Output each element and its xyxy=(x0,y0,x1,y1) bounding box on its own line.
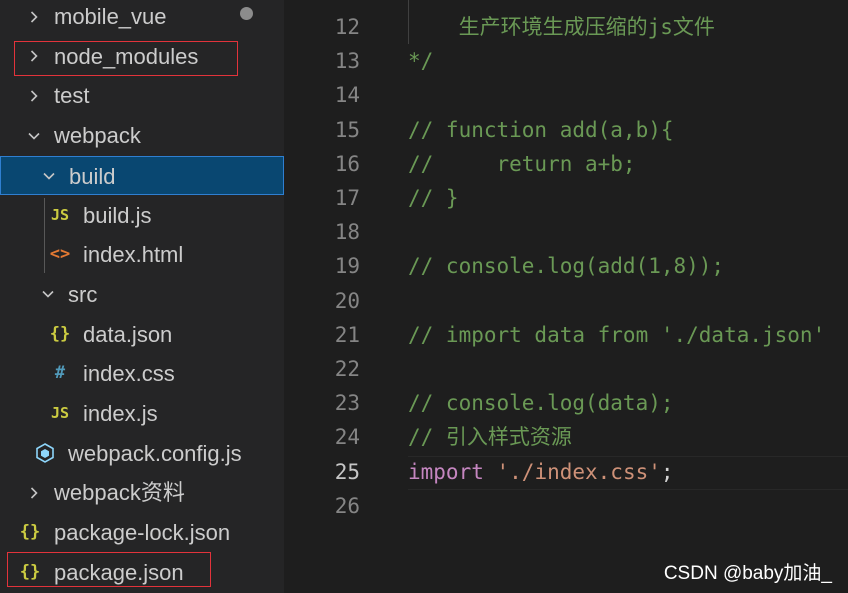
explorer-item[interactable]: webpack.config.js xyxy=(0,434,284,473)
explorer-item[interactable]: JS index.js xyxy=(0,394,284,433)
line-number: 17 xyxy=(334,186,360,210)
csdn-watermark: CSDN @baby加油_ xyxy=(663,563,832,584)
css-file-glyph: # xyxy=(54,363,66,384)
code-line[interactable]: // function add(a,b){ xyxy=(408,113,674,147)
explorer-item-label: data.json xyxy=(83,321,173,347)
line-number: 24 xyxy=(334,425,360,450)
code-punctuation xyxy=(484,460,497,484)
chevron-right-icon[interactable] xyxy=(24,76,44,115)
html-file-glyph: <> xyxy=(49,244,71,265)
code-line[interactable]: // console.log(add(1,8)); xyxy=(408,249,724,283)
explorer-item-label: mobile_vue xyxy=(54,4,167,29)
explorer-item[interactable]: <> index.html xyxy=(0,235,284,274)
code-line[interactable]: 生产环境生成压缩的js文件 xyxy=(408,10,715,44)
line-number: 22 xyxy=(334,357,360,381)
json-file-glyph: {} xyxy=(49,323,71,344)
js-file-glyph: JS xyxy=(50,404,70,422)
code-string: './index.css' xyxy=(496,459,661,484)
modified-dot-icon xyxy=(240,7,253,20)
json-file-glyph: {} xyxy=(19,522,41,543)
code-comment: // return a+b; xyxy=(408,151,636,176)
explorer-item[interactable]: src xyxy=(0,275,284,314)
explorer-item-label: build.js xyxy=(83,202,152,228)
line-number: 15 xyxy=(334,117,360,142)
line-number: 20 xyxy=(334,288,360,313)
explorer-item-label: index.css xyxy=(83,361,175,387)
explorer-item[interactable]: test xyxy=(0,76,284,115)
js-file-icon: JS xyxy=(48,394,72,433)
code-comment: // console.log(add(1,8)); xyxy=(408,254,725,279)
line-number: 18 xyxy=(334,220,360,245)
chevron-right-icon[interactable] xyxy=(24,0,44,36)
code-comment: // } xyxy=(408,186,459,210)
annotation-box xyxy=(7,552,211,587)
annotation-box xyxy=(14,41,238,76)
code-editor[interactable]: CSDN @baby加油_ 12 生产环境生成压缩的js文件 13 */ 14 15 //… xyxy=(284,0,848,593)
js-file-icon: JS xyxy=(48,196,72,235)
code-line[interactable]: */ xyxy=(408,44,433,78)
line-number: 23 xyxy=(334,391,360,416)
code-comment: // function add(a,b){ xyxy=(408,117,674,142)
explorer-item[interactable]: # index.css xyxy=(0,354,284,393)
chevron-down-icon[interactable] xyxy=(24,116,44,155)
explorer-item[interactable]: JS build.js xyxy=(0,196,284,235)
chevron-down-icon[interactable] xyxy=(38,275,58,314)
code-comment: // import data from './data.json' xyxy=(408,322,826,347)
line-number: 19 xyxy=(334,254,360,279)
js-file-glyph: JS xyxy=(50,205,70,224)
explorer-item-label: webpack xyxy=(54,123,141,149)
explorer-item-label: test xyxy=(54,83,90,109)
html-file-icon: <> xyxy=(48,235,72,274)
line-number: 13 xyxy=(334,49,360,74)
line-number: 16 xyxy=(334,151,360,176)
line-number: 14 xyxy=(334,83,360,108)
chevron-down-icon[interactable] xyxy=(39,157,59,196)
code-line[interactable]: // return a+b; xyxy=(408,147,636,181)
code-punctuation: ; xyxy=(660,459,674,484)
code-comment: // console.log(data); xyxy=(408,391,674,416)
explorer-item-label: src xyxy=(68,281,98,307)
explorer-item-label: build xyxy=(69,163,116,189)
line-number: 26 xyxy=(334,493,360,518)
chevron-right-icon[interactable] xyxy=(24,473,44,512)
explorer-item-label: webpack.config.js xyxy=(68,440,242,466)
explorer-item[interactable]: mobile_vue xyxy=(0,0,284,36)
code-line[interactable]: // import data from './data.json' xyxy=(408,318,825,352)
code-comment: 生产环境生成压缩的js文件 xyxy=(408,15,715,39)
line-number: 12 xyxy=(334,15,360,39)
code-line[interactable]: import './index.css'; xyxy=(408,455,674,489)
json-file-icon: {} xyxy=(48,315,72,354)
code-keyword: import xyxy=(408,459,484,484)
code-line[interactable]: // 引入样式资源 xyxy=(408,420,572,454)
code-line[interactable]: // console.log(data); xyxy=(408,386,674,420)
line-number: 21 xyxy=(334,322,360,347)
explorer-item[interactable]: webpack资料 xyxy=(0,473,284,512)
explorer-item[interactable]: {} data.json xyxy=(0,315,284,354)
explorer-sidebar: mobile_vue node_modules test webpack build JS… xyxy=(0,0,284,593)
explorer-item[interactable]: webpack xyxy=(0,116,284,155)
json-file-icon: {} xyxy=(18,513,42,552)
code-line[interactable]: // } xyxy=(408,181,459,215)
explorer-item[interactable]: build xyxy=(0,155,284,196)
explorer-item-label: index.js xyxy=(83,401,158,426)
explorer-item[interactable]: {} package-lock.json xyxy=(0,513,284,552)
code-comment: // 引入样式资源 xyxy=(408,425,572,450)
explorer-item-label: package-lock.json xyxy=(54,520,231,546)
line-number: 25 xyxy=(334,459,360,484)
explorer-item-label: webpack资料 xyxy=(54,480,185,506)
explorer-item-label: index.html xyxy=(83,242,184,268)
code-comment: */ xyxy=(408,49,434,74)
css-file-icon: # xyxy=(48,354,72,393)
webpack-file-icon xyxy=(33,434,57,473)
